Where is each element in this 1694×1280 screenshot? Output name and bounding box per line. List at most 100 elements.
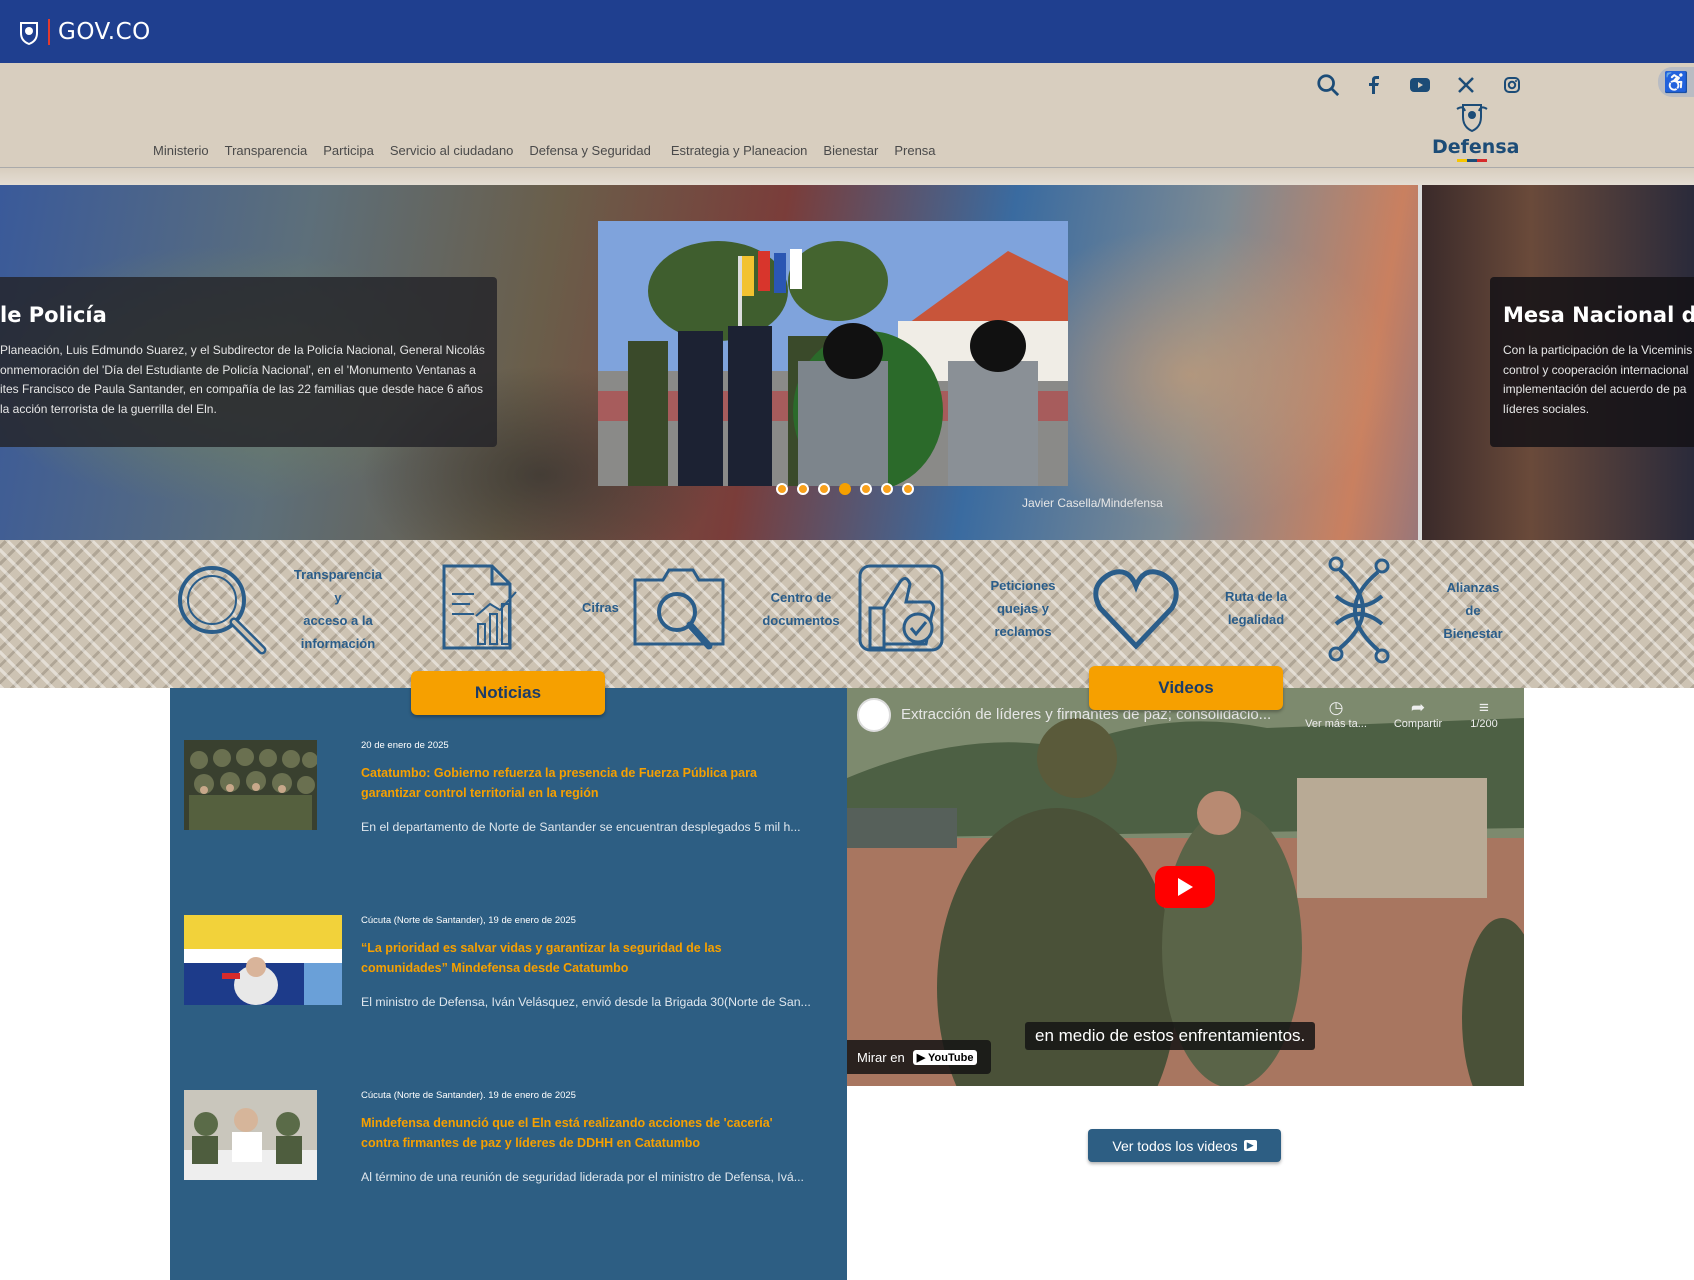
news-date: Cúcuta (Norte de Santander). 19 de enero… xyxy=(361,1090,576,1101)
slide-text-line: implementación del acuerdo de pa xyxy=(1503,382,1687,396)
carousel-dot[interactable] xyxy=(776,483,788,495)
news-excerpt: El ministro de Defensa, Iván Velásquez, … xyxy=(361,995,811,1009)
slide-card-next[interactable]: Mesa Nacional de G Con la participación … xyxy=(1490,277,1694,447)
watch-later-button[interactable]: ◷ Ver más ta... xyxy=(1299,698,1373,730)
slide-text-line: Con la participación de la Viceminis xyxy=(1503,343,1693,357)
nav-participa[interactable]: Participa xyxy=(323,143,374,158)
quick-access-label: Peticiones quejas y reclamos xyxy=(990,577,1056,639)
playlist-icon: ≡ xyxy=(1479,698,1489,717)
nav-transparencia[interactable]: Transparencia xyxy=(225,143,308,158)
all-videos-button[interactable]: Ver todos los videos ▶ xyxy=(1088,1129,1281,1162)
defensa-emblem-icon xyxy=(1456,104,1488,133)
play-button[interactable] xyxy=(1155,866,1215,908)
carousel-dot[interactable] xyxy=(881,483,893,495)
facebook-icon[interactable] xyxy=(1362,73,1386,97)
flag-stripe xyxy=(1432,159,1512,162)
watch-on-youtube-button[interactable]: Mirar en ▶ YouTube xyxy=(847,1040,991,1074)
quick-access-cifras[interactable]: Cifras xyxy=(440,564,619,650)
news-excerpt: Al término de una reunión de seguridad l… xyxy=(361,1170,804,1184)
clock-icon: ◷ xyxy=(1328,698,1344,717)
nav-prensa[interactable]: Prensa xyxy=(894,143,935,158)
watch-on-label: Mirar en xyxy=(857,1049,905,1065)
news-thumbnail[interactable] xyxy=(184,915,342,1005)
play-icon xyxy=(1178,878,1193,896)
share-button[interactable]: ➦ Compartir xyxy=(1385,698,1451,730)
quick-access-label: Alianzas de Bienestar xyxy=(1443,579,1503,641)
video-play-icon: ▶ xyxy=(1243,1140,1257,1151)
x-icon[interactable] xyxy=(1454,73,1478,97)
gov-separator xyxy=(48,18,50,45)
defensa-logo-text: Defensa xyxy=(1432,136,1520,158)
nav-defensa-seguridad[interactable]: Defensa y Seguridad xyxy=(529,143,650,158)
news-date: 20 de enero de 2025 xyxy=(361,740,449,751)
youtube-icon[interactable] xyxy=(1408,73,1432,97)
youtube-logo-text: YouTube xyxy=(928,1051,974,1064)
quick-access-label: Transparencia y acceso a la información xyxy=(293,567,383,651)
thumbs-up-icon xyxy=(858,564,944,652)
search-icon[interactable] xyxy=(1316,73,1340,97)
youtube-video-player[interactable]: Extracción de líderes y firmantes de paz… xyxy=(847,688,1524,1086)
news-thumbnail[interactable] xyxy=(184,740,317,830)
carousel-dot-active[interactable] xyxy=(839,483,851,495)
quick-access-alianzas[interactable]: Alianzas de Bienestar xyxy=(1326,556,1508,664)
nav-estrategia[interactable]: Estrategia y Planeacion xyxy=(671,143,808,158)
all-videos-label: Ver todos los videos xyxy=(1112,1137,1238,1154)
news-date: Cúcuta (Norte de Santander), 19 de enero… xyxy=(361,915,576,926)
youtube-logo: ▶ YouTube xyxy=(912,1049,978,1065)
knot-icon xyxy=(1328,556,1390,664)
accessibility-button[interactable]: ♿ xyxy=(1658,67,1694,97)
news-title[interactable]: Catatumbo: Gobierno refuerza la presenci… xyxy=(361,764,791,803)
instagram-icon[interactable] xyxy=(1500,73,1524,97)
slide-text-line: ites Francisco de Paula Santander, en co… xyxy=(0,382,483,396)
nav-bienestar[interactable]: Bienestar xyxy=(823,143,878,158)
carousel-dot[interactable] xyxy=(818,483,830,495)
playlist-counter: 1/200 xyxy=(1470,718,1498,730)
share-icon: ➦ xyxy=(1410,698,1426,717)
photo-caption: Javier Casella/Mindefensa xyxy=(1022,496,1163,510)
news-excerpt: En el departamento de Norte de Santander… xyxy=(361,820,801,834)
news-title[interactable]: “La prioridad es salvar vidas y garantiz… xyxy=(361,939,791,978)
channel-avatar[interactable] xyxy=(857,698,891,732)
gov-co-link[interactable]: GOV.CO xyxy=(18,18,151,45)
quick-access-label: Centro de documentos xyxy=(762,590,840,628)
quick-access-documentos[interactable]: Centro de documentos xyxy=(633,566,841,652)
nav-ministerio[interactable]: Ministerio xyxy=(153,143,209,158)
slide-text-line: líderes sociales. xyxy=(1503,401,1590,416)
magnifier-icon xyxy=(178,566,267,655)
video-subtitle: en medio de estos enfrentamientos. xyxy=(1025,1022,1316,1050)
news-title[interactable]: Mindefensa denunció que el Eln está real… xyxy=(361,1114,791,1153)
news-thumbnail[interactable] xyxy=(184,1090,317,1180)
carousel-dot[interactable] xyxy=(902,483,914,495)
slide-text-line: control y cooperación internacional xyxy=(1503,362,1689,377)
hero-carousel[interactable]: le Policía Planeación, Luis Edmundo Suar… xyxy=(0,185,1694,540)
gov-bar: GOV.CO xyxy=(0,0,1694,63)
slide-photo[interactable] xyxy=(598,221,1068,486)
slide-text: Planeación, Luis Edmundo Suarez, y el Su… xyxy=(0,341,497,419)
carousel-dot[interactable] xyxy=(797,483,809,495)
quick-access-label: Ruta de la legalidad xyxy=(1224,589,1288,627)
carousel-dots xyxy=(776,483,914,495)
quick-access-transparencia[interactable]: Transparencia y acceso a la información xyxy=(174,562,386,656)
defensa-logo[interactable]: Defensa xyxy=(1432,99,1520,162)
videos-tab[interactable]: Videos xyxy=(1089,666,1283,710)
quick-access-pqr[interactable]: Peticiones quejas y reclamos xyxy=(856,562,1058,654)
slide-card-previous[interactable]: le Policía Planeación, Luis Edmundo Suar… xyxy=(0,277,497,447)
slide-title: le Policía xyxy=(0,303,107,327)
heart-icon xyxy=(1093,569,1179,650)
playlist-button[interactable]: ≡ 1/200 xyxy=(1459,698,1509,730)
nav-servicio-ciudadano[interactable]: Servicio al ciudadano xyxy=(390,143,514,158)
quick-access-legalidad[interactable]: Ruta de la legalidad xyxy=(1092,566,1288,650)
noticias-tab[interactable]: Noticias xyxy=(411,671,605,715)
slide-text-line: onmemoración del 'Día del Estudiante de … xyxy=(0,362,476,377)
main-nav: Ministerio Transparencia Participa Servi… xyxy=(153,143,952,158)
slide-title: Mesa Nacional de G xyxy=(1503,303,1694,327)
slide-text-line: Planeación, Luis Edmundo Suarez, y el Su… xyxy=(0,343,485,357)
news-section: 20 de enero de 2025 Catatumbo: Gobierno … xyxy=(170,688,847,1280)
carousel-dot[interactable] xyxy=(860,483,872,495)
ceremony-photo-image xyxy=(598,221,1068,486)
header-divider xyxy=(0,167,1694,185)
gov-co-label: GOV.CO xyxy=(58,18,151,45)
slide-text: Con la participación de la Viceminis con… xyxy=(1503,341,1694,419)
slide-text-line: la acción terrorista de la guerrilla del… xyxy=(0,401,217,416)
wheelchair-icon: ♿ xyxy=(1663,71,1689,94)
